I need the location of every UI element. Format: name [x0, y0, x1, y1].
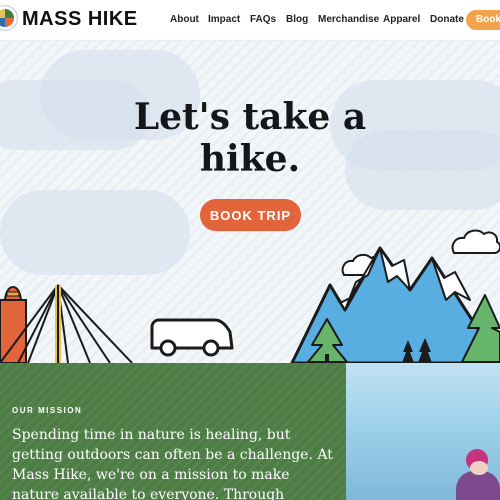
pine-tree-icon	[461, 294, 500, 363]
main-nav: About Impact FAQs Blog Merchandise Appar…	[0, 0, 500, 40]
nav-blog[interactable]: Blog	[286, 14, 308, 25]
nav-apparel[interactable]: Apparel	[383, 14, 420, 25]
hiker-face	[470, 461, 488, 475]
mission-kicker: OUR MISSION	[12, 406, 83, 415]
nav-impact[interactable]: Impact	[208, 14, 240, 25]
nav-donate[interactable]: Donate	[430, 14, 464, 25]
mission-section: OUR MISSION Spending time in nature is h…	[0, 363, 346, 500]
site-header: MASS HIKE About Impact FAQs Blog Merchan…	[0, 0, 500, 41]
mission-body: Spending time in nature is healing, but …	[12, 427, 333, 500]
building-tower-icon	[0, 285, 27, 363]
van-icon	[150, 318, 234, 357]
hero-section: Let's take a hike. BOOK TRIP	[0, 40, 500, 363]
hiker-photo	[346, 363, 500, 500]
nav-about[interactable]: About	[170, 14, 199, 25]
nav-faqs[interactable]: FAQs	[250, 14, 276, 25]
nav-merchandise[interactable]: Merchandise	[318, 14, 379, 25]
hero-landscape-illustration	[0, 229, 500, 363]
cloud-outline-icon	[451, 229, 500, 254]
book-nav-button[interactable]: Book	[466, 10, 500, 30]
hiker-jacket	[456, 471, 500, 500]
